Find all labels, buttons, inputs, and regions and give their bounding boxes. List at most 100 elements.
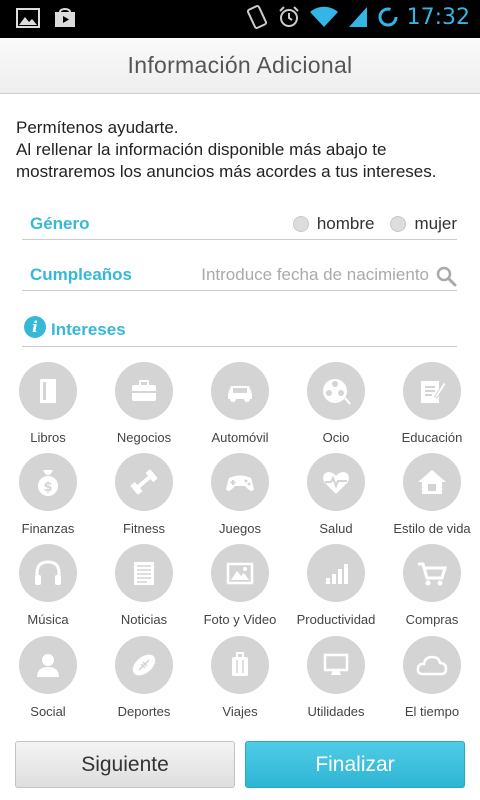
interest-circle[interactable] xyxy=(19,362,77,420)
vibrate-icon xyxy=(246,5,267,29)
car-icon xyxy=(228,386,252,402)
interest-juegos[interactable]: Juegos xyxy=(192,453,288,541)
gamepad-icon xyxy=(226,475,254,491)
book-icon xyxy=(40,379,56,403)
intro-line-2: Al rellenar la información disponible má… xyxy=(16,140,437,181)
gender-option-male[interactable]: hombre xyxy=(317,214,375,234)
gender-label: Género xyxy=(30,214,90,233)
finish-button[interactable]: Finalizar xyxy=(245,741,465,788)
interest-circle[interactable] xyxy=(19,544,77,602)
interest-circle[interactable] xyxy=(403,362,461,420)
interest-label: Foto y Video xyxy=(203,612,277,627)
interest-fitness[interactable]: Fitness xyxy=(96,453,192,541)
film-reel-icon xyxy=(323,379,351,405)
interest-circle[interactable] xyxy=(19,636,77,694)
interest-finanzas[interactable]: $ Finanzas xyxy=(0,453,96,541)
interest-ocio[interactable]: Ocio xyxy=(288,362,384,450)
interest-label: Social xyxy=(30,704,66,719)
interest-label: Estilo de vida xyxy=(393,521,471,536)
interest-musica[interactable]: Música xyxy=(0,544,96,632)
interest-productividad[interactable]: Productividad xyxy=(288,544,384,632)
interest-noticias[interactable]: Noticias xyxy=(96,544,192,632)
search-icon[interactable] xyxy=(435,265,457,287)
interest-circle[interactable] xyxy=(307,362,365,420)
interest-circle[interactable] xyxy=(403,636,461,694)
interest-salud[interactable]: Salud xyxy=(288,453,384,541)
person-icon xyxy=(37,654,59,677)
newspaper-icon xyxy=(134,562,154,585)
gender-radio-male[interactable] xyxy=(292,216,309,232)
shopping-cart-icon xyxy=(418,562,448,586)
headphones-icon xyxy=(35,560,61,585)
pencil-paper-icon xyxy=(421,381,447,403)
interest-utilidades[interactable]: Utilidades xyxy=(288,636,384,724)
suitcase-icon xyxy=(232,652,248,676)
monitor-icon xyxy=(323,653,349,675)
interest-educacion[interactable]: Educación xyxy=(384,362,480,450)
birthday-input[interactable] xyxy=(179,265,429,285)
interest-circle[interactable] xyxy=(211,453,269,511)
football-icon xyxy=(132,654,156,676)
battery-charging-icon xyxy=(378,7,398,27)
interest-label: Juegos xyxy=(219,521,261,536)
intro-text: Permítenos ayudarte. Al rellenar la info… xyxy=(16,117,466,183)
gender-row: Género hombre mujer xyxy=(22,210,457,240)
briefcase-icon xyxy=(132,380,156,401)
gallery-notification-icon xyxy=(16,8,40,28)
interest-label: Fitness xyxy=(123,521,165,536)
svg-text:$: $ xyxy=(43,480,52,495)
interest-foto-y-video[interactable]: Foto y Video xyxy=(192,544,288,632)
bar-chart-icon xyxy=(326,564,348,584)
interest-label: Educación xyxy=(401,430,463,445)
signal-icon xyxy=(348,7,367,27)
interests-label: Intereses xyxy=(51,320,126,339)
interest-label: Noticias xyxy=(120,612,168,627)
play-store-notification-icon xyxy=(55,8,75,27)
heart-pulse-icon xyxy=(323,472,349,494)
money-bag-icon: $ xyxy=(38,470,58,496)
interest-circle[interactable] xyxy=(211,362,269,420)
interest-label: Viajes xyxy=(222,704,258,719)
interest-compras[interactable]: Compras xyxy=(384,544,480,632)
interest-circle[interactable] xyxy=(115,453,173,511)
interest-label: Compras xyxy=(405,612,459,627)
interest-label: Utilidades xyxy=(307,704,365,719)
alarm-icon xyxy=(278,6,299,27)
dumbbell-icon xyxy=(130,469,158,495)
interest-automovil[interactable]: Automóvil xyxy=(192,362,288,450)
wifi-icon xyxy=(309,6,338,27)
intro-line-1: Permítenos ayudarte. xyxy=(16,118,179,137)
info-icon: i xyxy=(24,316,46,338)
gender-option-female[interactable]: mujer xyxy=(414,214,457,234)
interest-circle[interactable] xyxy=(307,544,365,602)
interest-circle[interactable] xyxy=(115,544,173,602)
interest-social[interactable]: Social xyxy=(0,636,96,724)
interest-label: Libros xyxy=(30,430,66,445)
interest-circle[interactable] xyxy=(115,636,173,694)
interest-negocios[interactable]: Negocios xyxy=(96,362,192,450)
interest-circle[interactable] xyxy=(307,453,365,511)
interest-el-tiempo[interactable]: El tiempo xyxy=(384,636,480,724)
next-button[interactable]: Siguiente xyxy=(15,741,235,788)
interest-circle[interactable] xyxy=(211,636,269,694)
interest-circle[interactable] xyxy=(115,362,173,420)
interest-label: Automóvil xyxy=(211,430,269,445)
interest-circle[interactable]: $ xyxy=(19,453,77,511)
interest-label: Finanzas xyxy=(21,521,75,536)
interest-label: Salud xyxy=(319,521,353,536)
interest-circle[interactable] xyxy=(211,544,269,602)
interest-viajes[interactable]: Viajes xyxy=(192,636,288,724)
interest-estilo-de-vida[interactable]: Estilo de vida xyxy=(384,453,480,541)
interest-libros[interactable]: Libros xyxy=(0,362,96,450)
interest-circle[interactable] xyxy=(307,636,365,694)
gender-radio-female[interactable] xyxy=(390,216,407,232)
interest-deportes[interactable]: Deportes xyxy=(96,636,192,724)
interests-row: i Intereses xyxy=(22,315,457,347)
photo-icon xyxy=(226,562,254,585)
birthday-label: Cumpleaños xyxy=(30,265,133,284)
birthday-row: Cumpleaños xyxy=(22,261,457,291)
interest-circle[interactable] xyxy=(403,453,461,511)
page-title: Información Adicional xyxy=(127,52,353,78)
gender-radio-group: hombre mujer xyxy=(292,214,457,234)
interest-circle[interactable] xyxy=(403,544,461,602)
